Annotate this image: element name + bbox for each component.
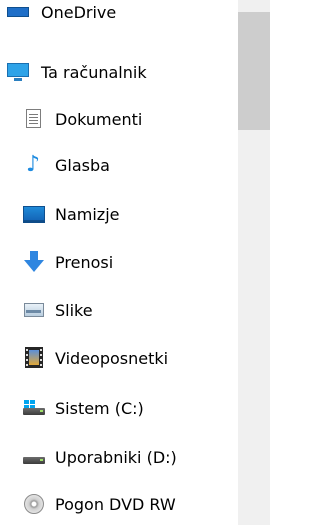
desktop-icon [23, 203, 45, 225]
onedrive-icon [7, 1, 29, 23]
nav-item-label: Prenosi [55, 252, 114, 272]
nav-item-label: Uporabniki (D:) [55, 447, 177, 467]
nav-item-label: Pogon DVD RW [55, 494, 176, 514]
documents-icon [23, 108, 45, 130]
nav-item-slike[interactable]: Slike [0, 290, 238, 330]
nav-item-label: Sistem (C:) [55, 398, 144, 418]
nav-item-label: Glasba [55, 155, 110, 175]
nav-item-onedrive[interactable]: OneDrive [0, 0, 238, 32]
nav-item-namizje[interactable]: Namizje [0, 194, 238, 234]
scrollbar-thumb[interactable] [238, 12, 270, 130]
nav-item-prenosi[interactable]: Prenosi [0, 242, 238, 282]
dvd-drive-icon [23, 493, 45, 515]
nav-item-glasba[interactable]: ♪ Glasba [0, 145, 238, 185]
nav-item-label: OneDrive [41, 2, 117, 22]
nav-item-label: Ta računalnik [41, 62, 147, 82]
nav-item-label: Slike [55, 300, 93, 320]
music-icon: ♪ [26, 152, 41, 177]
system-drive-icon [23, 397, 45, 419]
pictures-icon [23, 299, 45, 321]
navigation-pane: OneDrive Ta računalnik Dokumenti ♪ Glasb… [0, 0, 238, 525]
nav-item-videoposnetki[interactable]: Videoposnetki [0, 338, 238, 378]
nav-item-uporabniki-d[interactable]: Uporabniki (D:) [0, 437, 238, 477]
downloads-icon [23, 251, 45, 273]
drive-icon [23, 446, 45, 468]
nav-item-pogon-dvd-rw[interactable]: Pogon DVD RW [0, 484, 238, 524]
nav-item-label: Videoposnetki [55, 348, 169, 368]
nav-item-this-pc[interactable]: Ta računalnik [0, 52, 238, 92]
nav-item-sistem-c[interactable]: Sistem (C:) [0, 388, 238, 428]
videos-icon [23, 347, 45, 369]
nav-item-dokumenti[interactable]: Dokumenti [0, 99, 238, 139]
nav-item-label: Namizje [55, 204, 120, 224]
computer-icon [7, 61, 29, 83]
nav-item-label: Dokumenti [55, 109, 143, 129]
